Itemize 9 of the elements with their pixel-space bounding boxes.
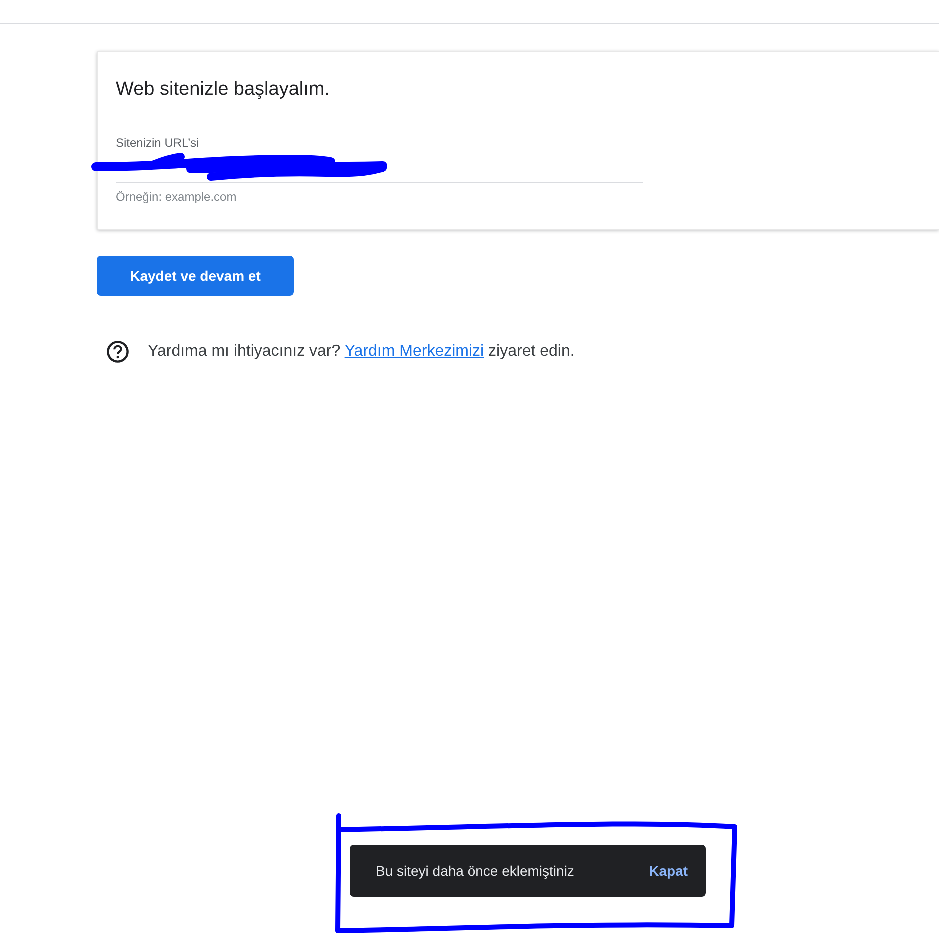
save-continue-button[interactable]: Kaydet ve devam et	[97, 256, 294, 296]
field-label: Sitenizin URL’si	[116, 135, 200, 151]
help-icon	[107, 341, 129, 363]
help-text: Yardıma mı ihtiyacınız var? Yardım Merkezimizi ziyaret edin.	[148, 342, 575, 362]
close-snackbar-button[interactable]: Kapat	[639, 854, 698, 888]
field-hint: Örneğin: example.com	[116, 189, 238, 205]
snackbar-message: Bu siteyi daha önce eklemiştiniz	[376, 862, 574, 881]
help-center-link[interactable]: Yardım Merkezimizi	[344, 343, 484, 360]
card-title: Web sitenizle başlayalım.	[116, 78, 332, 102]
